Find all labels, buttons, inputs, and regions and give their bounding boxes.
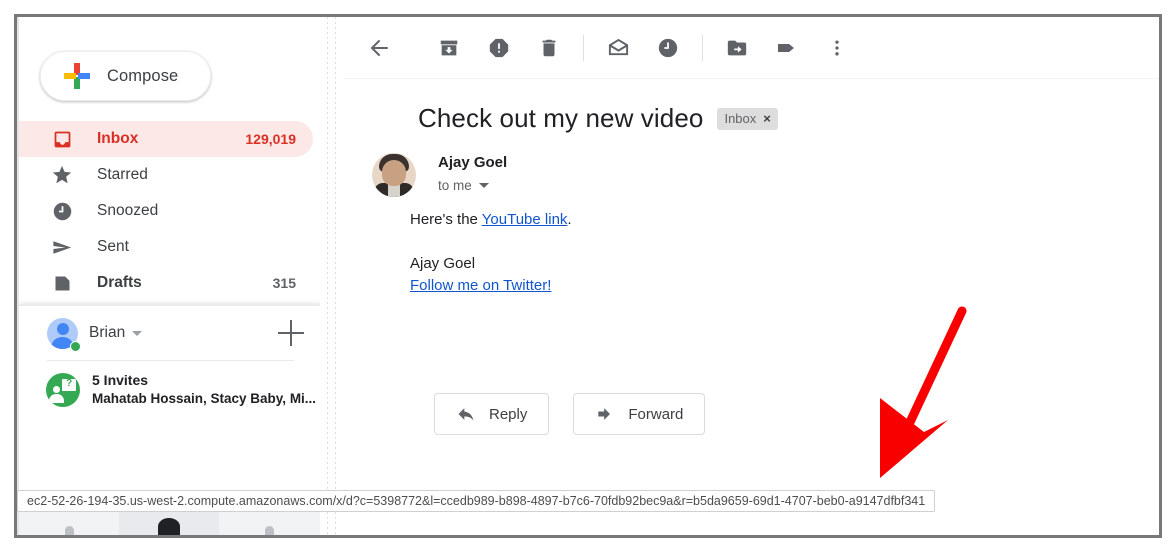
close-icon[interactable]: × [763, 111, 771, 126]
email-actions: Reply Forward [434, 393, 706, 435]
labels-tag-icon[interactable] [768, 29, 806, 67]
body-line-1: Here's the YouTube link. [410, 209, 1030, 231]
sidebar-item-count: 315 [272, 275, 296, 291]
signature-name: Ajay Goel [410, 255, 476, 272]
delete-icon[interactable] [530, 29, 568, 67]
recipient-row[interactable]: to me [438, 178, 489, 193]
hangouts-header[interactable]: Brian [19, 306, 320, 360]
online-status-dot [70, 341, 81, 352]
inbox-icon [49, 126, 75, 152]
sidebar-item-inbox[interactable]: Inbox 129,019 [19, 121, 313, 157]
screenshot-root: Compose Inbox 129,019 Starred Snoozed Se… [0, 0, 1176, 552]
new-conversation-button[interactable] [278, 320, 304, 346]
body-text-prefix: Here's the [410, 211, 482, 228]
move-to-icon[interactable] [718, 29, 756, 67]
avatar [372, 153, 416, 197]
sidebar-item-starred[interactable]: Starred [19, 157, 313, 193]
twitter-link[interactable]: Follow me on Twitter! [410, 277, 551, 294]
star-icon [49, 162, 75, 188]
label-chip-text: Inbox [724, 111, 757, 126]
sidebar-item-label: Snoozed [97, 202, 159, 219]
more-options-icon[interactable] [818, 29, 856, 67]
sidebar-item-drafts[interactable]: Drafts 315 [19, 265, 313, 301]
email-toolbar [344, 17, 1159, 79]
forward-label: Forward [628, 405, 684, 423]
hangouts-user-name: Brian [89, 324, 126, 341]
compose-label: Compose [107, 66, 179, 85]
mark-unread-icon[interactable] [599, 29, 637, 67]
invites-list-item[interactable]: 5 Invites Mahatab Hossain, Stacy Baby, M… [19, 371, 320, 408]
email-subject-row: Check out my new video Inbox × [418, 103, 778, 134]
send-icon [49, 234, 75, 260]
sidebar-item-label: Inbox [97, 130, 139, 147]
youtube-link[interactable]: YouTube link [482, 211, 568, 228]
reply-button[interactable]: Reply [434, 393, 550, 435]
label-chip-inbox[interactable]: Inbox × [717, 107, 778, 130]
back-arrow-icon[interactable] [360, 29, 398, 67]
toolbar-divider [583, 34, 584, 61]
toolbar-divider [702, 34, 703, 61]
sidebar-item-label: Sent [97, 238, 129, 255]
forward-button[interactable]: Forward [573, 393, 706, 435]
email-reading-pane: Check out my new video Inbox × Ajay Goel… [344, 17, 1159, 535]
browser-status-bar: ec2-52-26-194-35.us-west-2.compute.amazo… [17, 490, 936, 512]
sidebar-item-count: 129,019 [245, 131, 296, 147]
invites-title: 5 Invites [92, 372, 149, 388]
page-title: Check out my new video [418, 103, 704, 133]
signature-line: Follow me on Twitter! [410, 275, 1030, 297]
drafts-icon [49, 270, 75, 296]
compose-button[interactable]: Compose [40, 51, 211, 101]
gmail-sidebar: Compose Inbox 129,019 Starred Snoozed Se… [17, 17, 320, 535]
sidebar-item-snoozed[interactable]: Snoozed [19, 193, 313, 229]
recipient-label: to me [438, 178, 472, 193]
google-plus-icon [64, 63, 90, 89]
invites-text: 5 Invites Mahatab Hossain, Stacy Baby, M… [92, 371, 316, 408]
email-body: Here's the YouTube link. Ajay Goel Follo… [410, 209, 1030, 297]
status-bar-url: ec2-52-26-194-35.us-west-2.compute.amazo… [27, 494, 926, 508]
sidebar-item-label: Drafts [97, 274, 142, 291]
sidebar-item-label: Starred [97, 166, 148, 183]
report-spam-icon[interactable] [480, 29, 518, 67]
body-text-suffix: . [567, 211, 572, 228]
sender-name: Ajay Goel [438, 154, 508, 171]
invites-icon [46, 372, 80, 407]
sidebar-item-sent[interactable]: Sent [19, 229, 313, 265]
snooze-clock-icon[interactable] [649, 29, 687, 67]
clock-icon [49, 198, 75, 224]
reply-label: Reply [489, 405, 528, 423]
divider [47, 360, 294, 361]
panel-splitter[interactable] [320, 17, 344, 535]
browser-window: Compose Inbox 129,019 Starred Snoozed Se… [14, 14, 1162, 538]
chevron-down-icon[interactable] [132, 330, 143, 336]
sidebar-nav-list: Inbox 129,019 Starred Snoozed Sent Draft… [19, 121, 320, 301]
invites-names: Mahatab Hossain, Stacy Baby, Mi... [92, 390, 317, 406]
archive-icon[interactable] [430, 29, 468, 67]
chevron-down-icon[interactable] [478, 183, 489, 188]
